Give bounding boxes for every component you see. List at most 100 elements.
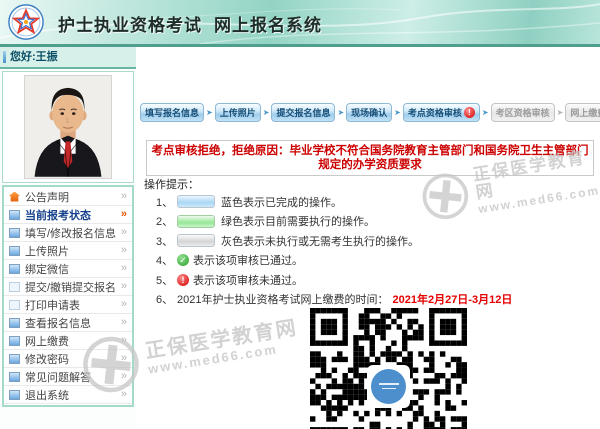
step-label: 现场确认 (351, 106, 387, 119)
status-icon: ✓ (177, 254, 189, 266)
chevron-right-icon: » (121, 335, 127, 346)
page-title-exam: 护士执业资格考试 (58, 16, 202, 35)
chevron-right-icon: » (121, 371, 127, 382)
sidebar-item[interactable]: 退出系统 » (4, 386, 132, 404)
menu-item-label: 常见问题解答 (25, 369, 116, 385)
menu-item-label: 网上缴费 (25, 333, 116, 349)
chevron-right-icon: » (121, 263, 127, 274)
progress-step: 填写报名信息 (140, 103, 204, 122)
menu-item-icon (9, 228, 20, 238)
sidebar-item[interactable]: 绑定微信 » (4, 260, 132, 278)
chevron-right-icon: » (121, 227, 127, 238)
step-arrow-icon: ➤ (337, 108, 344, 117)
step-label: 考区资格审核 (496, 106, 550, 119)
sidebar-item[interactable]: 当前报考状态 » (4, 206, 132, 224)
tip-highlight-date: 2021年2月27日-3月12日 (392, 291, 512, 307)
menu-item-label: 上传照片 (25, 243, 116, 259)
main-content: 填写报名信息 ➤ 上传照片 ➤ 提交报名信息 ➤ (136, 47, 600, 429)
qr-code (310, 308, 467, 429)
step-label: 网上缴费 (570, 106, 600, 119)
tip-item: 2、 绿色表示目前需要执行的操作。 (156, 212, 512, 232)
tip-text: 2021年护士执业资格考试网上缴费的时间： (177, 291, 388, 307)
sidebar-item[interactable]: 常见问题解答 » (4, 368, 132, 386)
qr-center-logo (367, 365, 410, 408)
tip-item: 4、 ✓ 表示该项审核已通过。 (156, 251, 512, 271)
sidebar-item[interactable]: 提交/撤销提交报名 » (4, 278, 132, 296)
tip-number: 3、 (156, 233, 173, 249)
progress-step: ➤ 提交报名信息 (261, 103, 336, 122)
sidebar-item[interactable]: 填写/修改报名信息 » (4, 224, 132, 242)
tips-title: 操作提示： (144, 176, 199, 192)
menu-item-label: 当前报考状态 (25, 207, 116, 223)
progress-step: ➤ 考区资格审核 (480, 103, 555, 122)
tip-text: 表示该项审核已通过。 (193, 252, 303, 268)
step-chip: 现场确认 (346, 103, 392, 122)
color-swatch (177, 234, 215, 247)
progress-steps: 填写报名信息 ➤ 上传照片 ➤ 提交报名信息 ➤ (140, 103, 600, 122)
sidebar-item[interactable]: 公告声明 » (4, 188, 132, 206)
menu-item-label: 打印申请表 (25, 297, 116, 313)
app-logo-icon (8, 4, 44, 40)
chevron-right-icon: » (121, 281, 127, 292)
menu-item-label: 修改密码 (25, 351, 116, 367)
menu-item-icon (9, 318, 20, 328)
sidebar: 您好:王振 (0, 47, 137, 429)
chevron-right-icon: » (121, 317, 127, 328)
sidebar-item[interactable]: 网上缴费 » (4, 332, 132, 350)
color-swatch (177, 195, 215, 208)
menu-item-label: 填写/修改报名信息 (25, 225, 116, 241)
progress-step: ➤ 现场确认 (335, 103, 392, 122)
menu-item-label: 公告声明 (25, 189, 116, 205)
menu-item-label: 绑定微信 (25, 261, 116, 277)
page-title: 护士执业资格考试网上报名系统 (58, 11, 322, 36)
step-arrow-icon: ➤ (206, 108, 213, 117)
chevron-right-icon: » (121, 389, 127, 400)
tip-item: 6、 2021年护士执业资格考试网上缴费的时间： 2021年2月27日-3月12… (156, 290, 512, 310)
tip-text: 表示该项审核未通过。 (193, 272, 303, 288)
tip-text: 绿色表示目前需要执行的操作。 (221, 213, 375, 229)
step-chip: 网上缴费 (565, 103, 600, 122)
tip-number: 6、 (156, 291, 173, 307)
menu-item-icon (9, 372, 20, 382)
tip-number: 5、 (156, 272, 173, 288)
step-label: 填写报名信息 (145, 106, 199, 119)
step-chip: 上传照片 (215, 103, 261, 122)
progress-step: ➤ 考点资格审核 ! (392, 103, 480, 122)
menu-item-icon (9, 390, 20, 400)
progress-step: ➤ 上传照片 (204, 103, 261, 122)
chevron-right-icon: » (121, 245, 127, 256)
sidebar-item[interactable]: 修改密码 » (4, 350, 132, 368)
sidebar-menu: 公告声明 » 当前报考状态 » 填写/修改报名信息 » 上传照片 » 绑定微信 (2, 185, 134, 407)
tip-text: 灰色表示未执行或无需考生执行的操作。 (221, 233, 419, 249)
header: 护士执业资格考试网上报名系统 (0, 0, 600, 47)
chevron-right-icon: » (121, 191, 127, 202)
color-swatch (177, 215, 215, 228)
menu-item-icon (9, 210, 20, 220)
menu-item-label: 提交/撤销提交报名 (25, 279, 116, 295)
menu-item-icon (9, 300, 20, 310)
step-label: 提交报名信息 (276, 106, 330, 119)
sidebar-item[interactable]: 打印申请表 » (4, 296, 132, 314)
rejected-badge-icon: ! (464, 107, 475, 118)
greeting-text: 您好:王振 (10, 51, 58, 63)
status-icon: ! (177, 274, 189, 286)
step-chip: 提交报名信息 (271, 103, 335, 122)
chevron-right-icon: » (121, 299, 127, 310)
tip-number: 4、 (156, 252, 173, 268)
menu-item-label: 查看报名信息 (25, 315, 116, 331)
step-arrow-icon: ➤ (394, 108, 401, 117)
tip-number: 1、 (156, 194, 173, 210)
page-title-system: 网上报名系统 (214, 16, 322, 35)
tip-number: 2、 (156, 213, 173, 229)
step-chip: 考区资格审核 (491, 103, 555, 122)
sidebar-item[interactable]: 查看报名信息 » (4, 314, 132, 332)
tip-text: 蓝色表示已完成的操作。 (221, 194, 342, 210)
menu-item-icon (9, 246, 20, 256)
tips-list: 1、 蓝色表示已完成的操作。 2、 绿色表示目前需要执行的操作。 3、 灰色表示… (156, 192, 512, 309)
sidebar-item[interactable]: 上传照片 » (4, 242, 132, 260)
applicant-photo (24, 75, 112, 179)
greeting-bar: 您好:王振 (0, 47, 136, 69)
tip-item: 5、 ! 表示该项审核未通过。 (156, 270, 512, 290)
tip-item: 1、 蓝色表示已完成的操作。 (156, 192, 512, 212)
photo-box (2, 71, 134, 183)
